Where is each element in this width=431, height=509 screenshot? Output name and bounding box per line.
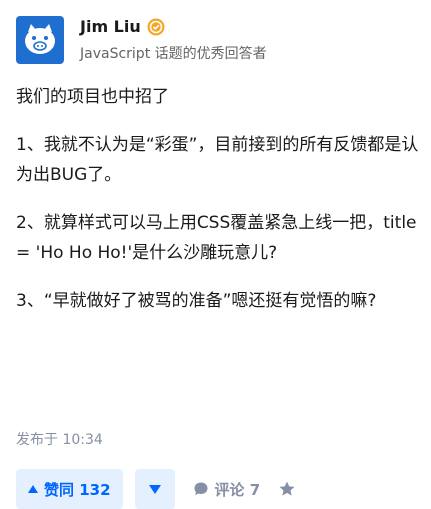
- publish-time: 发布于 10:34: [16, 432, 103, 448]
- star-icon: [279, 481, 295, 496]
- vote-up-label: 赞同 132: [44, 480, 111, 499]
- answer-content: 我们的项目也中招了 1、我就不认为是“彩蛋”，目前接到的所有反馈都是认为出BUG…: [16, 82, 420, 334]
- vote-up-button[interactable]: 赞同 132: [16, 469, 123, 509]
- pig-avatar-icon: [25, 24, 55, 54]
- comment-button[interactable]: 评论 7: [193, 479, 261, 500]
- avatar[interactable]: [16, 16, 64, 64]
- downvote-triangle-icon: [148, 484, 161, 494]
- comment-bubble-icon: [194, 482, 208, 496]
- paragraph: 我们的项目也中招了: [16, 87, 169, 107]
- author-description: JavaScript 话题的优秀回答者: [80, 46, 267, 62]
- upvote-triangle-icon: [28, 485, 38, 493]
- author-name[interactable]: Jim Liu: [80, 17, 141, 36]
- paragraph: 3、“早就做好了被骂的准备”嗯还挺有觉悟的嘛?: [16, 291, 377, 311]
- action-bar: 赞同 132 评论 7: [16, 469, 296, 509]
- excellent-answerer-badge-icon[interactable]: [147, 18, 165, 36]
- paragraph: 1、我就不认为是“彩蛋”，目前接到的所有反馈都是认为出BUG了。: [16, 135, 419, 185]
- favorite-button[interactable]: [278, 480, 296, 498]
- paragraph: 2、就算样式可以马上用CSS覆盖紧急上线一把，title = 'Ho Ho Ho…: [16, 213, 417, 263]
- vote-down-button[interactable]: [134, 469, 175, 509]
- author-block: Jim Liu JavaScript 话题的优秀回答者: [16, 16, 267, 64]
- comment-label: 评论 7: [214, 480, 261, 499]
